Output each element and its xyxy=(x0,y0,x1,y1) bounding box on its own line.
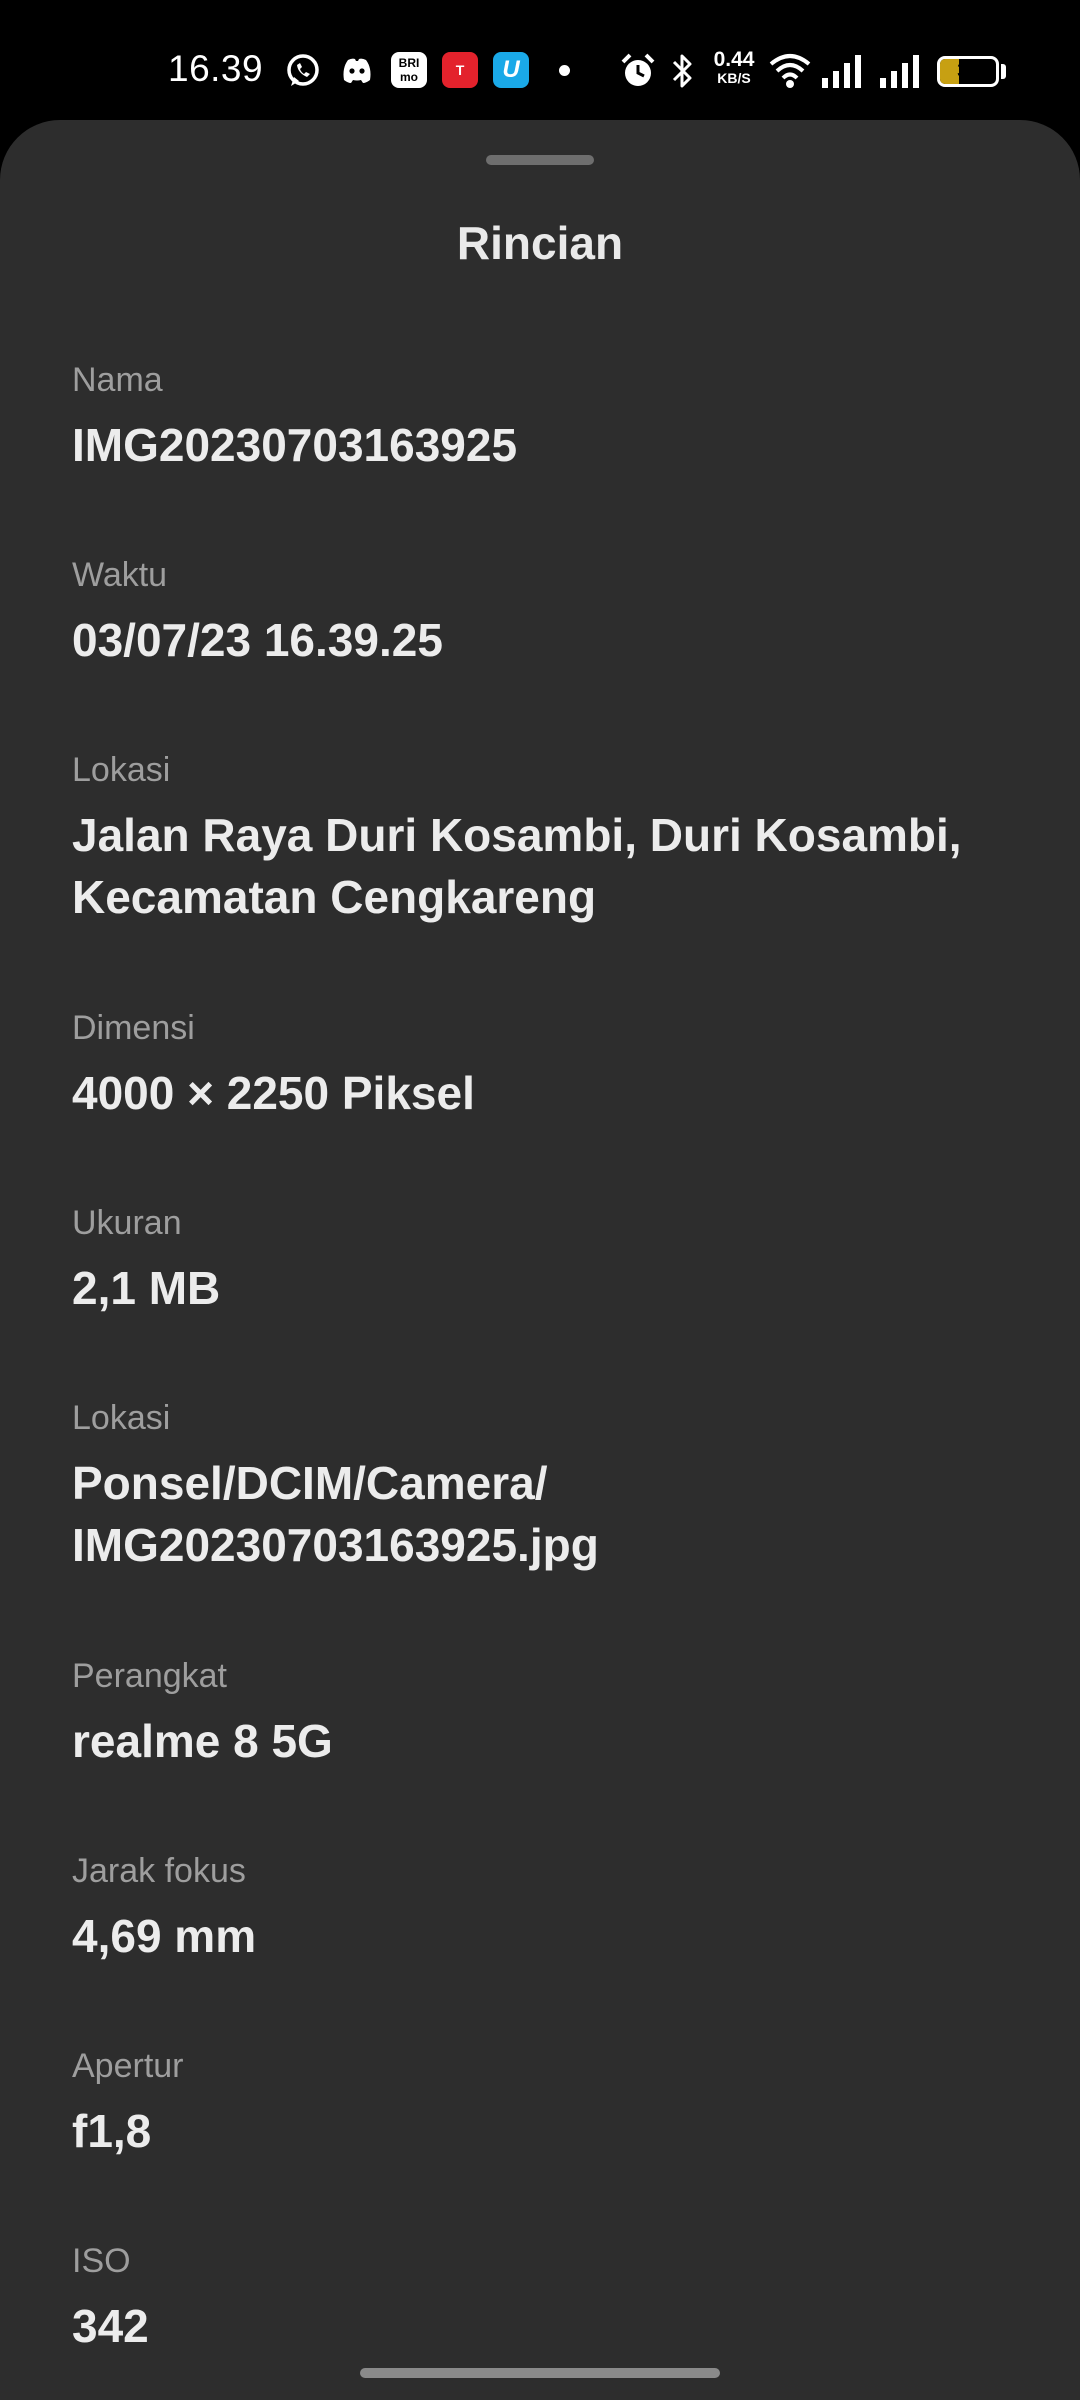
u-badge-text: U xyxy=(502,56,520,83)
detail-value: 03/07/23 16.39.25 xyxy=(72,614,443,666)
tix-icon: T xyxy=(442,52,478,88)
network-speed-value: 0.44 xyxy=(713,48,755,71)
detail-item-size: Ukuran 2,1 MB xyxy=(72,1203,1012,1319)
bri-mo-icon: BRI mo xyxy=(391,52,427,88)
detail-item-dimensions: Dimensi 4000 × 2250 Piksel xyxy=(72,1008,1012,1124)
dot-icon xyxy=(559,65,570,76)
bluetooth-icon xyxy=(672,54,692,88)
battery-level-text: 34 xyxy=(956,60,980,82)
detail-item-time: Waktu 03/07/23 16.39.25 xyxy=(72,555,1012,671)
detail-label: Waktu xyxy=(72,556,168,594)
tix-badge-text: T xyxy=(455,62,465,78)
detail-value: Jalan Raya Duri Kosambi, Duri Kosambi, K… xyxy=(72,809,962,923)
detail-label: Lokasi xyxy=(72,1399,171,1437)
detail-item-aperture: Apertur f1,8 xyxy=(72,2046,1012,2162)
sheet-drag-handle[interactable] xyxy=(486,155,594,165)
battery-icon: 34 xyxy=(937,56,999,87)
sheet-title: Rincian xyxy=(456,217,624,269)
detail-item-name: Nama IMG20230703163925 xyxy=(72,360,1012,476)
home-indicator[interactable] xyxy=(360,2368,720,2378)
detail-label: ISO xyxy=(72,2242,131,2280)
detail-item-location: Lokasi Jalan Raya Duri Kosambi, Duri Kos… xyxy=(72,750,1012,928)
u-app-icon: U xyxy=(493,52,529,88)
status-bar: 16.39 BRI mo T U 0.44 KB/S 34 xyxy=(0,0,1080,120)
detail-value: realme 8 5G xyxy=(72,1715,333,1767)
detail-label: Dimensi xyxy=(72,1009,195,1047)
detail-label: Ukuran xyxy=(72,1204,182,1242)
detail-item-path: Lokasi Ponsel/DCIM/Camera/ IMG2023070316… xyxy=(72,1398,1012,1576)
detail-value: IMG20230703163925 xyxy=(72,419,518,471)
detail-value: 342 xyxy=(72,2300,149,2352)
signal-icon-1 xyxy=(822,55,861,88)
detail-value: 4,69 mm xyxy=(72,1910,257,1962)
detail-item-iso: ISO 342 xyxy=(72,2241,1012,2357)
signal-icon-2 xyxy=(880,55,919,88)
battery-cap xyxy=(1001,64,1006,79)
detail-label: Jarak fokus xyxy=(72,1852,246,1890)
whatsapp-icon xyxy=(287,54,319,86)
detail-label: Nama xyxy=(72,361,163,399)
detail-label: Lokasi xyxy=(72,751,171,789)
wifi-icon xyxy=(769,54,811,88)
detail-item-device: Perangkat realme 8 5G xyxy=(72,1656,1012,1772)
detail-value: 4000 × 2250 Piksel xyxy=(72,1067,475,1119)
bri-mo-badge-text: BRI mo xyxy=(398,56,420,84)
network-speed-unit: KB/S xyxy=(717,70,751,86)
detail-value: 2,1 MB xyxy=(72,1262,221,1314)
discord-icon xyxy=(343,58,371,83)
detail-label: Apertur xyxy=(72,2047,184,2085)
detail-value: f1,8 xyxy=(72,2105,152,2157)
status-time: 16.39 xyxy=(168,48,264,89)
details-sheet: Rincian Nama IMG20230703163925 Waktu 03/… xyxy=(0,120,1080,2400)
alarm-icon xyxy=(621,53,655,86)
detail-value: Ponsel/DCIM/Camera/ IMG20230703163925.jp… xyxy=(72,1457,599,1571)
detail-item-focal-length: Jarak fokus 4,69 mm xyxy=(72,1851,1012,1967)
network-speed: 0.44 KB/S xyxy=(706,48,762,88)
detail-label: Perangkat xyxy=(72,1657,227,1695)
